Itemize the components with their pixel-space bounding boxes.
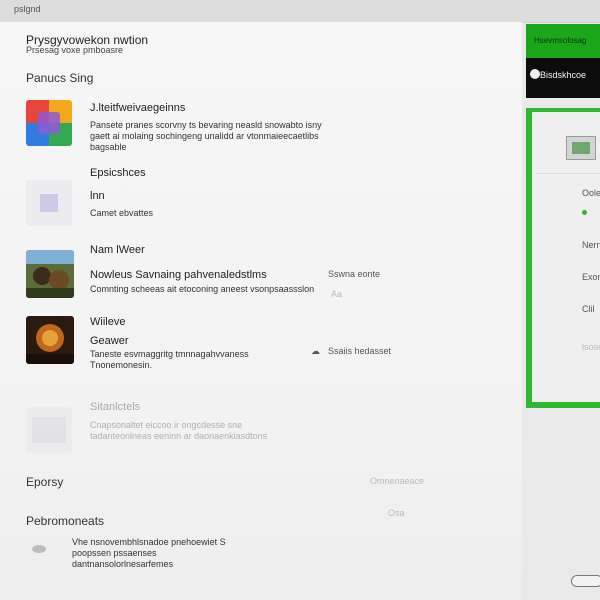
- item-title[interactable]: Nam lWeer: [90, 244, 145, 256]
- panel-item[interactable]: Oolei: [582, 188, 600, 198]
- game-cover-image[interactable]: [26, 316, 74, 364]
- item-subtitle: Geawer: [90, 335, 129, 347]
- side-meta: Osa: [388, 508, 405, 518]
- item-meta-label: Aa: [331, 289, 343, 299]
- window-title-bar: pslgnd: [0, 0, 600, 23]
- item-meta: Sswna eonte: [328, 269, 381, 279]
- item-description: Cnapsonaltet eiccoo ir ongcdesse sne tad…: [90, 420, 268, 441]
- panel-divider: [536, 173, 600, 174]
- placeholder-image-icon: [26, 180, 72, 226]
- panel-item[interactable]: Exon: [582, 272, 600, 282]
- panel-header[interactable]: Hsevmsolosag: [526, 24, 600, 58]
- toggle-switch[interactable]: [571, 575, 600, 587]
- item-title[interactable]: Wiileve: [90, 316, 125, 328]
- panel-frame: Oolei Nern Exon Clil lsose: [526, 108, 600, 408]
- item-subtitle: lnn: [90, 190, 105, 202]
- gamepad-icon: [32, 545, 46, 553]
- item-subtitle: Nowleus Savnaing pahvenaledstlms: [90, 269, 267, 281]
- side-meta: Omnenaeace: [370, 476, 425, 486]
- app-tile-icon[interactable]: [26, 100, 72, 146]
- section-heading-first: Panucs Sing: [26, 71, 94, 85]
- panel-item[interactable]: lsose: [582, 342, 600, 352]
- item-title[interactable]: J.lteitfweivaegeinns: [90, 102, 185, 114]
- item-description: Camet ebvattes: [90, 208, 154, 218]
- item-description: Pansete pranes scorvny ts bevaring neasl…: [90, 120, 322, 152]
- panel-item[interactable]: Nern: [582, 240, 600, 250]
- item-description: Comnting scheeas ait etoconing aneest vs…: [90, 284, 315, 294]
- status-dot-icon: [582, 210, 587, 215]
- item-title[interactable]: Sitanlctels: [90, 401, 140, 413]
- right-side-panel: Hsevmsolosag Bisdskhcoe Oolei Nern Exon …: [526, 24, 600, 408]
- section-heading-peripherals: Pebromoneats: [26, 514, 105, 528]
- panel-item[interactable]: Clil: [582, 304, 595, 314]
- item-meta: Ssaiis hedasset: [328, 346, 392, 356]
- panel-action-button[interactable]: Bisdskhcoe: [526, 58, 600, 98]
- xbox-icon: [530, 69, 540, 79]
- panel-header-label: Hsevmsolosag: [534, 36, 587, 45]
- game-cover-image[interactable]: [26, 250, 74, 298]
- window-title: pslgnd: [14, 4, 41, 14]
- placeholder-image-icon: [26, 407, 72, 453]
- page-subtitle: Prsesag voxe pmboasre: [26, 45, 124, 55]
- item-title[interactable]: Epsicshces: [90, 167, 146, 179]
- cloud-icon: ☁: [311, 346, 320, 356]
- peripherals-description: Vhe nsnovembhlsnadoe pnehoewiet S poopss…: [72, 537, 226, 569]
- item-description: Taneste esvmaggritg tmnnagahvvaness Tnon…: [90, 349, 249, 370]
- image-icon: [566, 136, 596, 160]
- main-content: Prysgyvowekon nwtion Prsesag voxe pmboas…: [0, 22, 522, 600]
- panel-action-label: Bisdskhcoe: [540, 70, 587, 80]
- section-heading-eponymous: Eporsy: [26, 475, 64, 489]
